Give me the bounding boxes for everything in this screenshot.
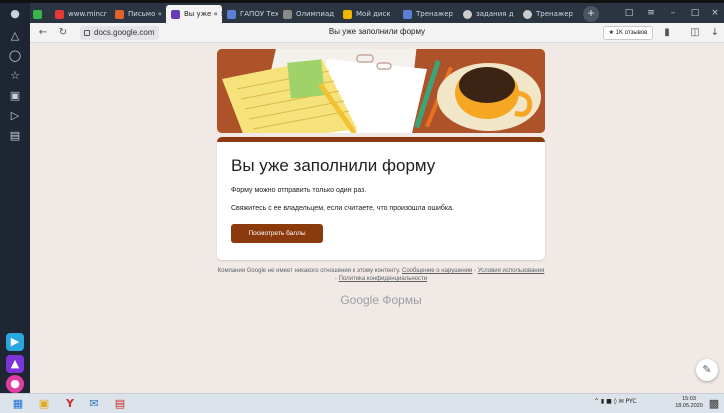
tab-gapou[interactable]: ГАПОУ Тех	[222, 5, 278, 23]
document-app-icon[interactable]: ▤	[112, 396, 128, 412]
calendar-icon[interactable]: ▤	[6, 127, 24, 145]
tab-mail[interactable]: Письмо «	[110, 5, 166, 23]
tab-label: Тренажер	[416, 10, 453, 18]
drive-favicon-icon	[343, 10, 352, 19]
tab-active-form[interactable]: Вы уже «×	[166, 5, 222, 23]
tab-favicon-icon	[463, 10, 472, 19]
download-icon[interactable]: ↓	[708, 26, 722, 40]
form-header-image	[217, 49, 545, 133]
tab-drive[interactable]: Мой диск	[338, 5, 394, 23]
video-play-icon[interactable]: ▷	[6, 107, 24, 125]
address-bar: Вы уже заполнили форму ← ↻ docs.google.c…	[30, 23, 724, 43]
tab-label: Письмо «	[128, 10, 162, 18]
clock-date: 18.05.2020	[675, 403, 703, 409]
tab-mincr[interactable]: www.mincr	[50, 5, 110, 23]
alice-icon[interactable]: ▶	[6, 333, 24, 351]
copy-window-icon[interactable]: □	[622, 6, 636, 20]
tab-label: Тренажер	[536, 10, 573, 18]
tab-label: Вы уже «	[184, 10, 218, 18]
notifications-icon[interactable]: ▩	[706, 396, 722, 412]
footer-disclaimer-text: Компания Google не имеет никакого отноше…	[217, 268, 401, 274]
collections-icon[interactable]: ▣	[6, 87, 24, 105]
report-abuse-link[interactable]: Сообщение о нарушении	[402, 268, 472, 274]
menu-icon[interactable]: ≡	[644, 6, 658, 20]
url-field[interactable]: docs.google.com	[80, 26, 160, 40]
profile-icon[interactable]: ●	[6, 5, 24, 23]
tab-label: задания д	[476, 10, 514, 18]
forms-favicon-icon	[171, 10, 180, 19]
terms-link[interactable]: Условия использования	[478, 268, 545, 274]
file-explorer-icon[interactable]: ▣	[36, 396, 52, 412]
bookmarks-star-icon[interactable]: ☆	[6, 67, 24, 85]
notification-bell-icon[interactable]: △	[6, 27, 24, 45]
tab-trainer-1[interactable]: Тренажер	[398, 5, 456, 23]
edit-pencil-icon[interactable]: ✎	[696, 359, 718, 381]
privacy-link[interactable]: Политика конфиденциальности	[339, 276, 428, 282]
tab-label: www.mincr	[68, 10, 107, 18]
tab-trainer-2[interactable]: Тренажер	[518, 5, 576, 23]
bookmark-icon[interactable]: ▮	[660, 26, 674, 40]
tab-strip: www.mincr Письмо « Вы уже «× ГАПОУ Тех О…	[30, 3, 724, 23]
page-content: Вы уже заполнили форму Форму можно отпра…	[30, 43, 724, 393]
music-icon[interactable]: ●	[6, 375, 24, 393]
minimize-icon[interactable]: –	[666, 6, 680, 20]
desk-illustration	[217, 49, 545, 133]
reload-icon[interactable]: ↻	[56, 26, 70, 40]
taskbar: ▦ ▣ Y ✉ ▤ ^ ▮ ■ ◊ ✉ PYC 15:03 18.05.2020…	[0, 393, 724, 413]
yandex-browser-icon[interactable]: Y	[62, 396, 78, 412]
back-arrow-icon[interactable]: ←	[36, 26, 50, 40]
view-score-button[interactable]: Посмотреть баллы	[231, 224, 323, 243]
tab-favicon-icon	[227, 10, 236, 19]
system-tray[interactable]: ^ ▮ ■ ◊ ✉ PYC	[594, 398, 637, 405]
form-card: Вы уже заполнили форму Форму можно отпра…	[217, 137, 545, 260]
extensions-icon[interactable]: ◫	[688, 26, 702, 40]
restore-icon[interactable]: □	[688, 6, 702, 20]
pinned-favicon-icon	[33, 10, 42, 19]
form-title: Вы уже заполнили форму	[231, 156, 436, 175]
tab-label: Олимпиад	[296, 10, 335, 18]
tab-pinned[interactable]	[32, 5, 42, 23]
close-window-icon[interactable]: ×	[708, 6, 722, 20]
screen: ● △ ◯ ☆ ▣ ▷ ▤ ▶ ▲ ● www.mincr Письмо « В…	[0, 0, 724, 413]
clock-time: 15:03	[682, 396, 696, 402]
mail-app-icon[interactable]: ✉	[86, 396, 102, 412]
tab-favicon-icon	[55, 10, 64, 19]
app-launcher-icon[interactable]: ▲	[6, 355, 24, 373]
tab-favicon-icon	[523, 10, 532, 19]
browser-sidebar: ● △ ◯ ☆ ▣ ▷ ▤ ▶ ▲ ●	[0, 3, 30, 393]
reviews-button[interactable]: ★ 1K отзывов	[603, 26, 653, 40]
contact-owner-text: Свяжитесь с ее владельцем, если считаете…	[231, 205, 454, 212]
tab-favicon-icon	[403, 10, 412, 19]
history-clock-icon[interactable]: ◯	[6, 47, 24, 65]
tab-olympiad[interactable]: Олимпиад	[278, 5, 336, 23]
footer-disclaimer: Компания Google не имеет никакого отноше…	[217, 267, 545, 283]
mail-favicon-icon	[115, 10, 124, 19]
url-text: docs.google.com	[94, 28, 155, 37]
tab-tasks[interactable]: задания д	[458, 5, 516, 23]
tab-label: ГАПОУ Тех	[240, 10, 278, 18]
tab-favicon-icon	[283, 10, 292, 19]
lock-icon	[84, 30, 90, 36]
windows-start-icon[interactable]: ▦	[10, 396, 26, 412]
new-tab-plus-icon[interactable]: +	[583, 6, 599, 22]
tab-label: Мой диск	[356, 10, 391, 18]
google-forms-logo: Google Формы	[340, 293, 422, 307]
clock[interactable]: 15:03 18.05.2020	[672, 396, 706, 410]
submit-once-text: Форму можно отправить только один раз.	[231, 187, 367, 194]
